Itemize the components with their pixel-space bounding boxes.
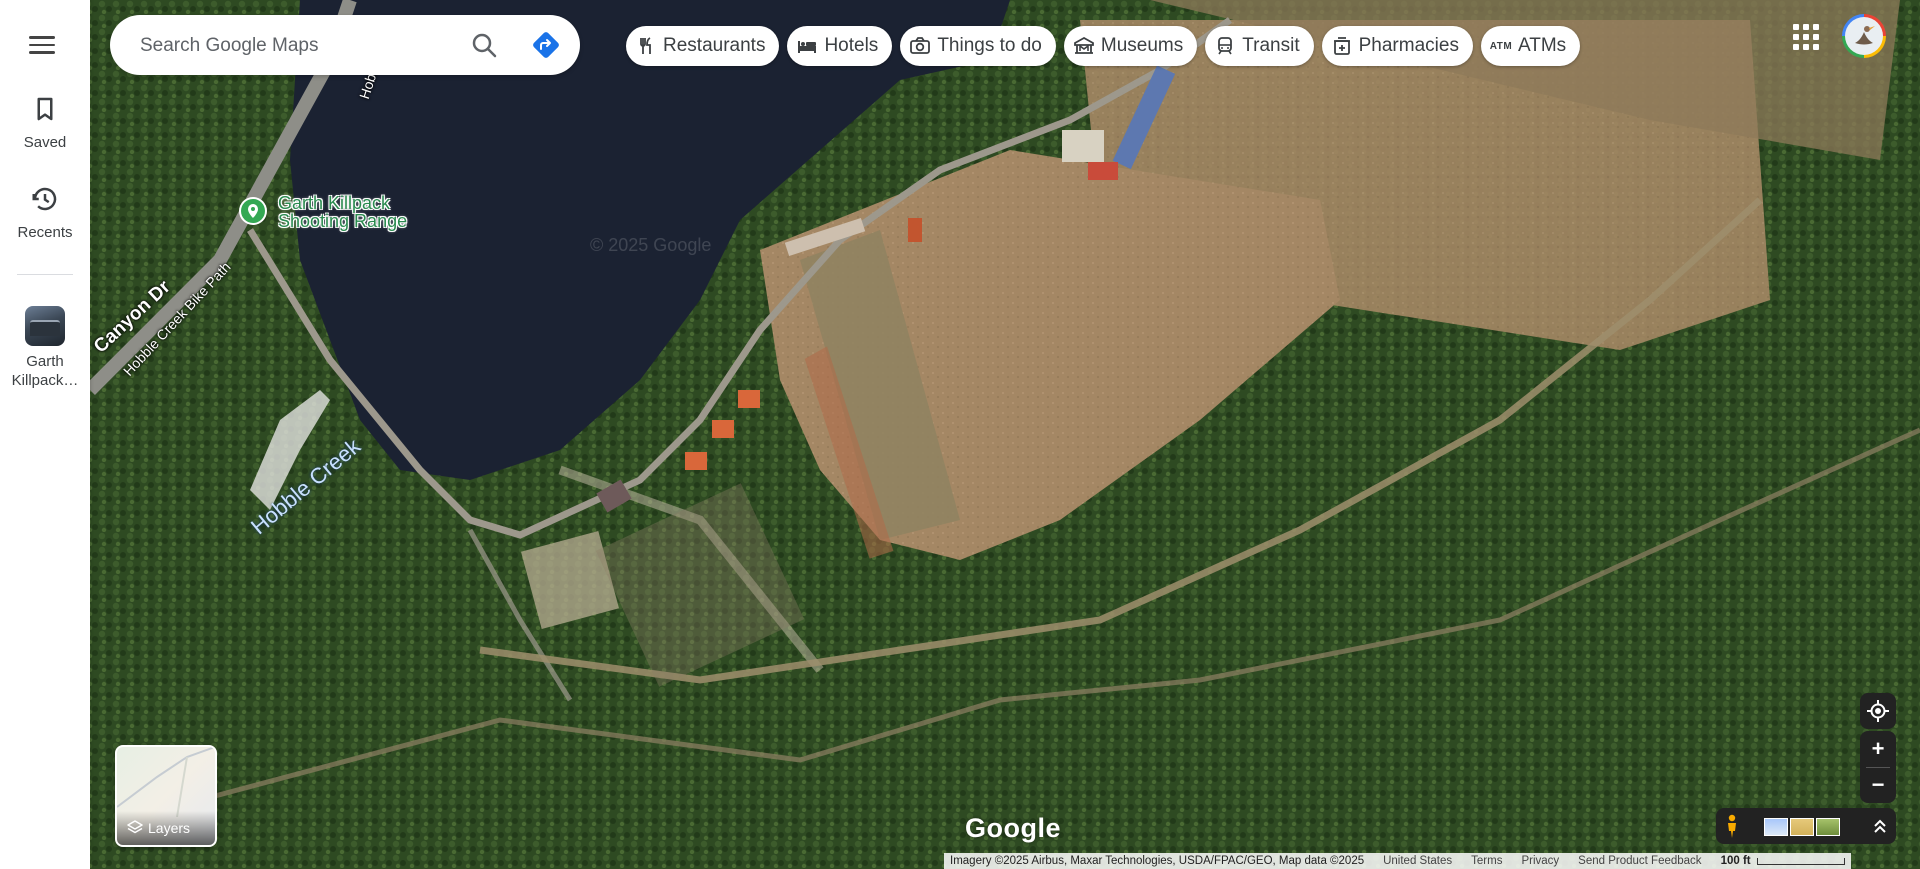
layers-icon (127, 820, 143, 834)
search-box (110, 15, 580, 75)
chip-museums[interactable]: Museums (1063, 26, 1198, 66)
layers-label: Layers (148, 820, 191, 836)
chip-label: Things to do (937, 35, 1042, 56)
imagery-attribution: Imagery ©2025 Airbus, Maxar Technologies… (950, 855, 1365, 867)
avatar-image (1845, 17, 1883, 55)
search-input[interactable] (138, 29, 442, 63)
saved-button[interactable]: Saved (0, 94, 90, 151)
terms-link[interactable]: Terms (1471, 855, 1502, 867)
satellite-map[interactable]: Canyon Dr Hobble Creek Bike Path Hobble … (0, 0, 1920, 869)
chip-label: Pharmacies (1358, 35, 1459, 56)
chip-label: Hotels (824, 35, 879, 56)
recent-place-item[interactable]: Garth Killpack… (0, 306, 90, 390)
chip-label: Restaurants (663, 35, 766, 56)
history-icon (32, 187, 57, 211)
feedback-link[interactable]: Send Product Feedback (1578, 855, 1701, 867)
directions-icon[interactable] (528, 27, 564, 63)
chip-hotels[interactable]: Hotels (787, 26, 893, 66)
chip-label: Transit (1242, 35, 1300, 56)
map-type-default-thumbnail[interactable] (1764, 818, 1788, 836)
google-apps-icon[interactable] (1793, 24, 1819, 50)
category-chips: Restaurants Hotels Things to do Museums … (626, 26, 1581, 66)
scale-label[interactable]: 100 ft (1721, 855, 1751, 867)
recents-label: Recents (17, 224, 73, 241)
fork-knife-icon (636, 36, 656, 56)
bookmark-icon (37, 97, 53, 121)
attribution-bar: Imagery ©2025 Airbus, Maxar Technologies… (944, 853, 1851, 869)
pharmacy-icon (1332, 36, 1352, 56)
recent-place-label: Garth Killpack… (11, 353, 79, 389)
saved-label: Saved (23, 134, 67, 151)
museum-icon (1073, 36, 1094, 56)
bed-icon (797, 36, 817, 56)
map-type-satellite-thumbnail[interactable] (1816, 818, 1840, 836)
region-link[interactable]: United States (1383, 855, 1452, 867)
map-type-terrain-thumbnail[interactable] (1790, 818, 1814, 836)
chip-pharmacies[interactable]: Pharmacies (1321, 26, 1473, 66)
atm-icon: ATM (1489, 40, 1513, 52)
chip-label: Museums (1100, 35, 1184, 56)
place-pin-icon[interactable] (238, 196, 268, 226)
scale-bar (1756, 857, 1845, 865)
chip-transit[interactable]: Transit (1205, 26, 1314, 66)
menu-button[interactable] (27, 30, 57, 60)
chevron-up-icon[interactable] (1870, 814, 1890, 838)
chip-things-to-do[interactable]: Things to do (900, 26, 1056, 66)
rail-divider (17, 274, 73, 275)
place-label[interactable]: Garth Killpack Shooting Range (278, 194, 438, 230)
zoom-out-button[interactable]: − (1860, 768, 1896, 803)
map-watermark: © 2025 Google (590, 235, 712, 255)
layers-preview (117, 747, 215, 818)
chip-atms[interactable]: ATM ATMs (1480, 26, 1581, 66)
recent-place-thumbnail (25, 306, 65, 346)
account-avatar[interactable] (1842, 14, 1886, 58)
zoom-controls: + − (1860, 731, 1896, 803)
train-icon (1215, 36, 1235, 56)
zoom-in-button[interactable]: + (1860, 732, 1896, 767)
search-icon[interactable] (466, 27, 502, 63)
google-logo: Google (965, 813, 1061, 843)
chip-label: ATMs (1517, 35, 1567, 56)
menu-icon (29, 36, 55, 39)
left-rail: Saved Recents Garth Killpack… (0, 0, 90, 869)
my-location-button[interactable] (1860, 693, 1896, 729)
my-location-icon (1867, 700, 1889, 722)
recents-button[interactable]: Recents (0, 184, 90, 241)
privacy-link[interactable]: Privacy (1521, 855, 1559, 867)
camera-icon (910, 36, 931, 56)
chip-restaurants[interactable]: Restaurants (626, 26, 780, 66)
map-imagery (0, 0, 1920, 869)
layers-button[interactable]: Layers (115, 745, 217, 847)
pegman-icon[interactable] (1718, 812, 1746, 840)
layers-label-row: Layers (117, 811, 215, 845)
